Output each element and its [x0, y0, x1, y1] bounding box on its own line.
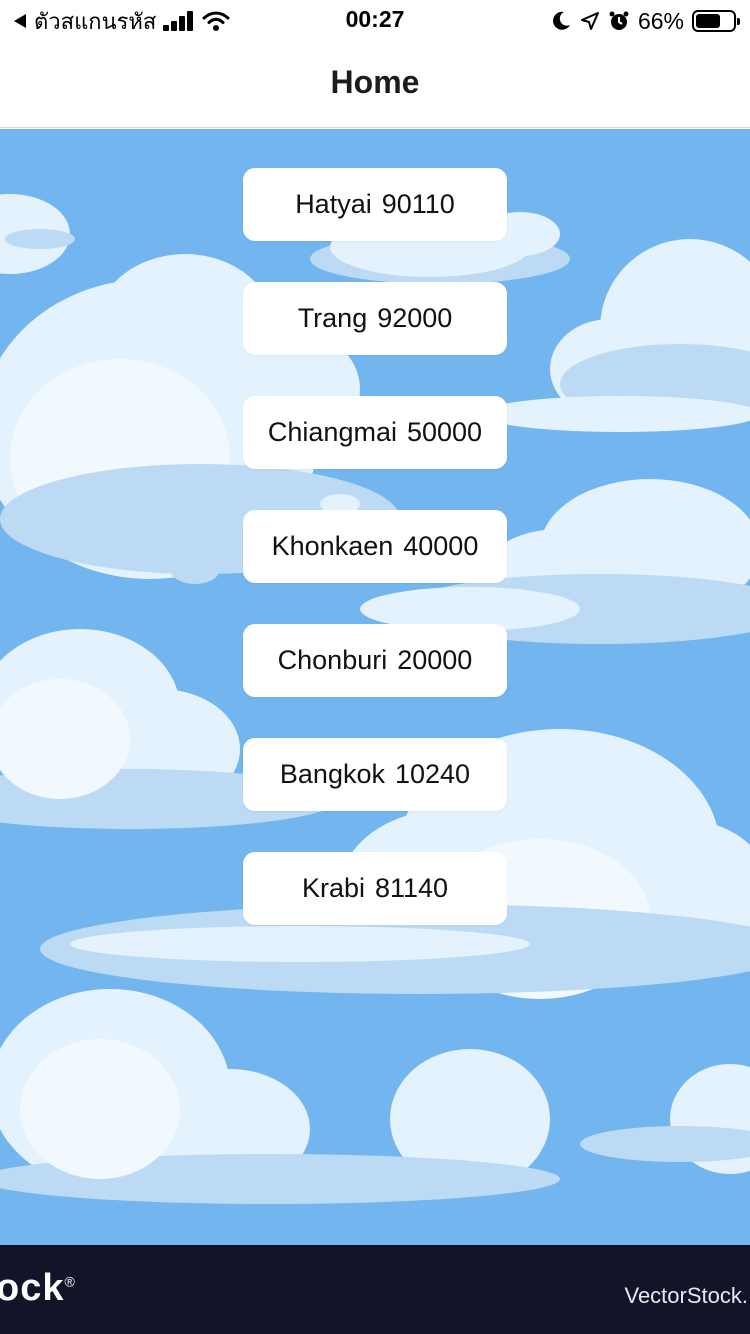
city-name: Trang [297, 303, 368, 333]
registered-mark: ® [64, 1273, 76, 1290]
battery-level [696, 14, 720, 28]
city-name: Krabi [301, 873, 365, 903]
battery-percent: 66% [637, 7, 684, 34]
location-arrow-icon [580, 12, 599, 30]
status-bar: ตัวสแกนรหัส 00:27 66% [0, 0, 750, 40]
battery-icon [692, 10, 740, 32]
content-area: Hatyai 90110 Trang 92000 Chiangmai 50000 Khonk… [0, 129, 750, 1245]
city-zip: 90110 [381, 189, 455, 219]
moon-icon [553, 11, 570, 30]
city-zip: 10240 [394, 759, 471, 789]
city-card[interactable]: Krabi 81140 [243, 852, 507, 925]
city-name: Khonkaen [271, 531, 394, 561]
city-zip: 50000 [406, 417, 483, 447]
status-right: 66% [550, 6, 740, 36]
city-zip: 92000 [377, 303, 453, 333]
watermark-bar: ock® VectorStock. [0, 1245, 750, 1334]
cloud-shape [580, 1064, 750, 1174]
city-card[interactable]: Hatyai 90110 [243, 168, 507, 241]
cloud-shape [0, 194, 75, 274]
city-card[interactable]: Chiangmai 50000 [243, 396, 507, 469]
city-name: Chonburi [277, 645, 388, 675]
cloud-shape [0, 989, 560, 1204]
city-zip: 20000 [397, 645, 473, 675]
city-card[interactable]: Bangkok 10240 [243, 738, 507, 811]
city-zip: 81140 [374, 873, 449, 903]
alarm-icon [609, 11, 629, 30]
city-name: Bangkok [279, 759, 385, 789]
watermark-left-text: ock [0, 1267, 65, 1309]
watermark-right-text: VectorStock. [624, 1283, 748, 1308]
city-name: Chiangmai [267, 417, 397, 447]
city-card[interactable]: Khonkaen 40000 [243, 510, 507, 583]
watermark-left: ock® [0, 1267, 76, 1310]
city-card[interactable]: Chonburi 20000 [243, 624, 507, 697]
page-title: Home [330, 64, 420, 100]
city-name: Hatyai [295, 189, 372, 219]
navigation-bar: Home [0, 40, 750, 128]
city-zip: 40000 [403, 531, 479, 561]
city-card[interactable]: Trang 92000 [243, 282, 507, 355]
